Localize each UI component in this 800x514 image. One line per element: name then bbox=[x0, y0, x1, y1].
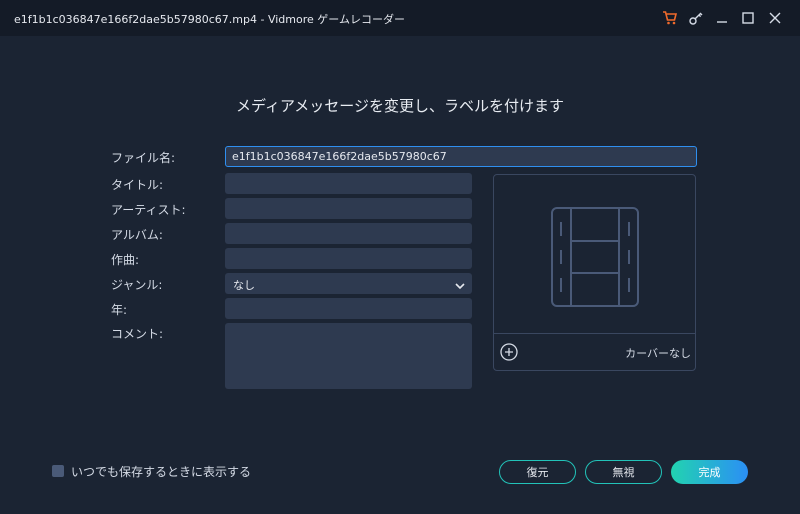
genre-select[interactable]: なし bbox=[225, 273, 472, 294]
filename-input[interactable]: e1f1b1c036847e166f2dae5b57980c67 bbox=[225, 146, 697, 167]
add-circle-icon[interactable] bbox=[500, 343, 518, 365]
genre-value: なし bbox=[233, 279, 255, 292]
comment-textarea[interactable] bbox=[225, 323, 472, 389]
cover-toolbar: カーバーなし bbox=[494, 333, 695, 370]
dialog-heading: メディアメッセージを変更し、ラベルを付けます bbox=[236, 97, 564, 115]
composer-label: 作曲: bbox=[111, 253, 140, 267]
maximize-icon[interactable] bbox=[738, 8, 758, 28]
film-icon bbox=[551, 207, 639, 311]
chevron-down-icon bbox=[454, 277, 466, 296]
close-icon[interactable] bbox=[765, 8, 785, 28]
done-button[interactable]: 完成 bbox=[671, 460, 748, 484]
title-input[interactable] bbox=[225, 173, 472, 194]
minimize-icon[interactable] bbox=[712, 8, 732, 28]
album-input[interactable] bbox=[225, 223, 472, 244]
year-label: 年: bbox=[111, 303, 128, 317]
ignore-button[interactable]: 無視 bbox=[585, 460, 662, 484]
filename-label: ファイル名: bbox=[111, 151, 176, 165]
title-bar: e1f1b1c036847e166f2dae5b57980c67.mp4 - V… bbox=[0, 0, 800, 36]
artist-input[interactable] bbox=[225, 198, 472, 219]
window-title: e1f1b1c036847e166f2dae5b57980c67.mp4 - V… bbox=[14, 13, 405, 26]
key-icon[interactable] bbox=[686, 8, 706, 28]
cover-panel: カーバーなし bbox=[493, 174, 696, 371]
composer-input[interactable] bbox=[225, 248, 472, 269]
comment-label: コメント: bbox=[111, 327, 164, 341]
show-on-save-label[interactable]: いつでも保存するときに表示する bbox=[71, 463, 251, 480]
year-input[interactable] bbox=[225, 298, 472, 319]
title-label: タイトル: bbox=[111, 178, 164, 192]
cart-icon[interactable] bbox=[660, 8, 680, 28]
artist-label: アーティスト: bbox=[111, 203, 186, 217]
show-on-save-checkbox[interactable] bbox=[52, 465, 64, 477]
no-cover-label: カーバーなし bbox=[625, 347, 691, 360]
genre-label: ジャンル: bbox=[111, 278, 163, 292]
album-label: アルバム: bbox=[111, 228, 163, 242]
restore-button[interactable]: 復元 bbox=[499, 460, 576, 484]
